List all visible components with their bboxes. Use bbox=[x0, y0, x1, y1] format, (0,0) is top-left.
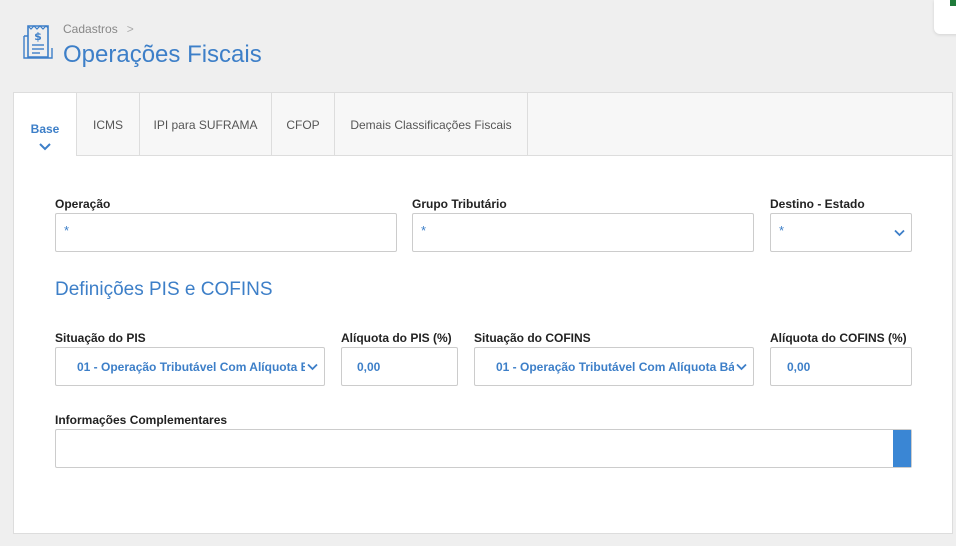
destino-estado-label: Destino - Estado bbox=[770, 197, 865, 211]
aliquota-cofins-value: 0,00 bbox=[787, 360, 811, 374]
operacao-label: Operação bbox=[55, 197, 111, 211]
situacao-cofins-label: Situação do COFINS bbox=[474, 331, 591, 345]
situacao-cofins-value: 01 - Operação Tributável Com Alíquota Bá… bbox=[496, 360, 734, 374]
breadcrumb: Cadastros > bbox=[63, 22, 134, 36]
grupo-tributario-value: * bbox=[421, 223, 427, 238]
grupo-tributario-label: Grupo Tributário bbox=[412, 197, 507, 211]
section-title-pis-cofins: Definições PIS e COFINS bbox=[55, 279, 273, 300]
corner-widget[interactable] bbox=[934, 0, 956, 34]
situacao-pis-label: Situação do PIS bbox=[55, 331, 146, 345]
tab-base-label: Base bbox=[30, 122, 60, 136]
form-card: Base ICMS IPI para SUFRAMA CFOP Demais C… bbox=[13, 92, 953, 534]
tab-icms-label: ICMS bbox=[93, 118, 123, 132]
aliquota-cofins-input[interactable]: 0,00 bbox=[770, 347, 912, 386]
tab-icms[interactable]: ICMS bbox=[77, 93, 140, 155]
aliquota-pis-label: Alíquota do PIS (%) bbox=[341, 331, 452, 345]
operacao-value: * bbox=[64, 223, 70, 238]
tab-demais-classificacoes[interactable]: Demais Classificações Fiscais bbox=[335, 93, 528, 155]
breadcrumb-parent[interactable]: Cadastros bbox=[63, 22, 118, 36]
tab-ipi-suframa-label: IPI para SUFRAMA bbox=[153, 118, 258, 132]
tab-bar: Base ICMS IPI para SUFRAMA CFOP Demais C… bbox=[14, 93, 952, 156]
info-complementares-label: Informações Complementares bbox=[55, 413, 228, 427]
tab-demais-classificacoes-label: Demais Classificações Fiscais bbox=[350, 118, 512, 132]
chevron-down-icon bbox=[736, 363, 747, 371]
tab-cfop[interactable]: CFOP bbox=[272, 93, 335, 155]
situacao-pis-select[interactable]: 01 - Operação Tributável Com Alíquota Bá… bbox=[55, 347, 325, 386]
page-title: Operações Fiscais bbox=[63, 41, 262, 68]
tab-ipi-suframa[interactable]: IPI para SUFRAMA bbox=[140, 93, 272, 155]
chevron-down-icon bbox=[894, 229, 905, 237]
chevron-down-icon bbox=[39, 143, 51, 151]
grupo-tributario-input[interactable]: * bbox=[412, 213, 754, 252]
destino-estado-select[interactable]: * bbox=[770, 213, 912, 252]
receipt-icon: $ bbox=[23, 25, 53, 59]
breadcrumb-separator: > bbox=[126, 22, 134, 36]
situacao-pis-value: 01 - Operação Tributável Com Alíquota Bá… bbox=[77, 360, 305, 374]
aliquota-cofins-label: Alíquota do COFINS (%) bbox=[770, 331, 907, 345]
textarea-resize-handle[interactable] bbox=[893, 430, 911, 467]
destino-estado-value: * bbox=[779, 223, 785, 238]
operacao-input[interactable]: * bbox=[55, 213, 397, 252]
svg-text:$: $ bbox=[34, 30, 42, 43]
tab-base[interactable]: Base bbox=[14, 93, 77, 156]
situacao-cofins-select[interactable]: 01 - Operação Tributável Com Alíquota Bá… bbox=[474, 347, 754, 386]
info-complementares-textarea[interactable] bbox=[55, 429, 912, 468]
tab-cfop-label: CFOP bbox=[286, 118, 320, 132]
aliquota-pis-value: 0,00 bbox=[357, 360, 381, 374]
status-indicator bbox=[950, 0, 956, 6]
aliquota-pis-input[interactable]: 0,00 bbox=[341, 347, 458, 386]
chevron-down-icon bbox=[307, 363, 318, 371]
